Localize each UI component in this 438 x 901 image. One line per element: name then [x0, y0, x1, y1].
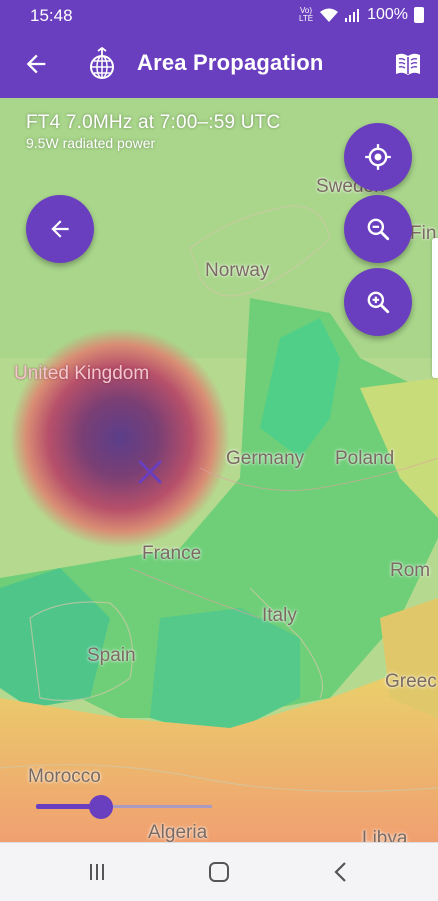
system-nav-bar: [0, 842, 438, 901]
label-germany: Germany: [226, 448, 305, 469]
app-bar: Area Propagation: [0, 30, 438, 98]
zoom-out-button[interactable]: [344, 195, 412, 263]
propagation-info: FT4 7.0MHz at 7:00–:59 UTC 9.5W radiated…: [26, 112, 280, 151]
arrow-left-icon: [51, 220, 69, 238]
my-location-button[interactable]: [344, 123, 412, 191]
status-time: 15:48: [30, 6, 73, 25]
label-italy: Italy: [262, 605, 297, 626]
label-norway: Norway: [205, 260, 270, 281]
label-greece: Greec: [385, 671, 437, 692]
home-icon[interactable]: [204, 859, 234, 885]
transmitter-x-icon: [138, 460, 162, 484]
globe-antenna-icon: [90, 46, 114, 79]
label-uk: United Kingdom: [14, 363, 150, 384]
zoom-in-icon: [367, 291, 390, 314]
signal-icon: [345, 9, 360, 22]
edge-handle[interactable]: [432, 238, 438, 378]
crosshair-icon: [365, 144, 391, 170]
label-algeria: Algeria: [148, 822, 208, 842]
propagation-map[interactable]: Sweden Fin Norway United Kingdom Germany…: [0, 98, 438, 842]
zoom-out-icon: [367, 218, 390, 241]
recents-icon[interactable]: [82, 859, 112, 885]
book-icon[interactable]: [394, 50, 422, 78]
band-time-label: FT4 7.0MHz at 7:00–:59 UTC: [26, 112, 281, 133]
zoom-in-button[interactable]: [344, 268, 412, 336]
label-france: France: [142, 543, 202, 564]
label-libya: Libya: [362, 828, 408, 842]
label-romania: Rom: [390, 560, 431, 581]
status-icons: Vo) LTE 100%: [299, 6, 424, 24]
battery-percent: 100%: [367, 6, 408, 23]
slider-thumb[interactable]: [89, 795, 114, 819]
wifi-icon: [320, 8, 339, 22]
power-label: 9.5W radiated power: [26, 135, 156, 151]
previous-time-button[interactable]: [26, 195, 94, 263]
time-slider[interactable]: [36, 795, 212, 819]
battery-icon: [414, 7, 424, 23]
label-spain: Spain: [87, 645, 136, 666]
volte-icon: Vo) LTE: [299, 6, 314, 23]
page-title: Area Propagation: [137, 50, 324, 75]
back-icon[interactable]: [326, 859, 356, 885]
status-bar: 15:48 Vo) LTE 100%: [0, 0, 438, 30]
label-morocco: Morocco: [28, 766, 101, 787]
back-arrow-icon[interactable]: [22, 50, 50, 78]
label-poland: Poland: [335, 448, 395, 469]
